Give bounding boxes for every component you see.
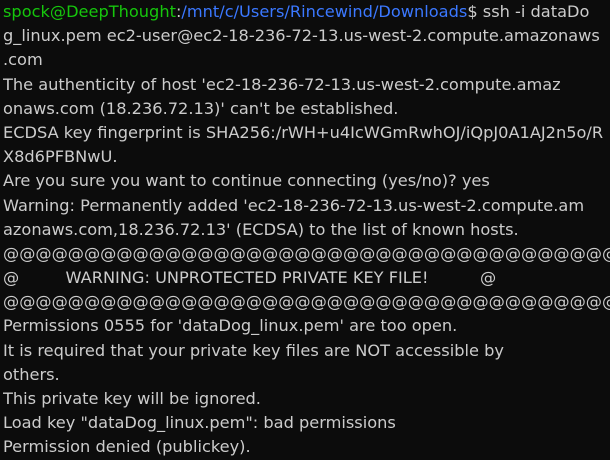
prompt-symbol: $	[467, 2, 478, 21]
prompt-path: /mnt/c/Users/Rincewind/Downloads	[181, 2, 468, 21]
prompt-user-host: spock@DeepThought	[3, 2, 176, 21]
command-text: ssh -i dataDo	[477, 2, 590, 21]
warning-title-line: @ WARNING: UNPROTECTED PRIVATE KEY FILE!…	[3, 268, 497, 288]
output-line: Warning: Permanently added 'ec2-18-236-7…	[3, 195, 585, 215]
output-line: X8d6PFBNwU.	[3, 147, 118, 167]
warning-border-line: @@@@@@@@@@@@@@@@@@@@@@@@@@@@@@@@@@@@@@@@…	[3, 243, 610, 263]
output-line: others.	[3, 364, 60, 384]
output-line: Load key "dataDog_linux.pem": bad permis…	[3, 413, 396, 433]
terminal-window[interactable]: spock@DeepThought:/mnt/c/Users/Rincewind…	[0, 0, 610, 460]
output-line: It is required that your private key fil…	[3, 340, 504, 360]
output-line: Permission denied (publickey).	[3, 437, 251, 457]
output-line: This private key will be ignored.	[3, 389, 261, 408]
output-line: ECDSA key fingerprint is SHA256:/rWH+u4I…	[3, 122, 604, 142]
output-line: .com	[3, 50, 43, 70]
output-line: onaws.com (18.236.72.13)' can't be estab…	[3, 98, 399, 118]
prompt-line: spock@DeepThought:/mnt/c/Users/Rincewind…	[3, 0, 610, 24]
warning-border-line: @@@@@@@@@@@@@@@@@@@@@@@@@@@@@@@@@@@@@@@@…	[3, 292, 610, 312]
output-line: g_linux.pem ec2-user@ec2-18-236-72-13.us…	[3, 26, 600, 46]
output-line: Are you sure you want to continue connec…	[3, 171, 490, 191]
output-line: The authenticity of host 'ec2-18-236-72-…	[3, 74, 561, 94]
output-line: Permissions 0555 for 'dataDog_linux.pem'…	[3, 316, 458, 336]
output-line: azonaws.com,18.236.72.13' (ECDSA) to the…	[3, 219, 519, 239]
